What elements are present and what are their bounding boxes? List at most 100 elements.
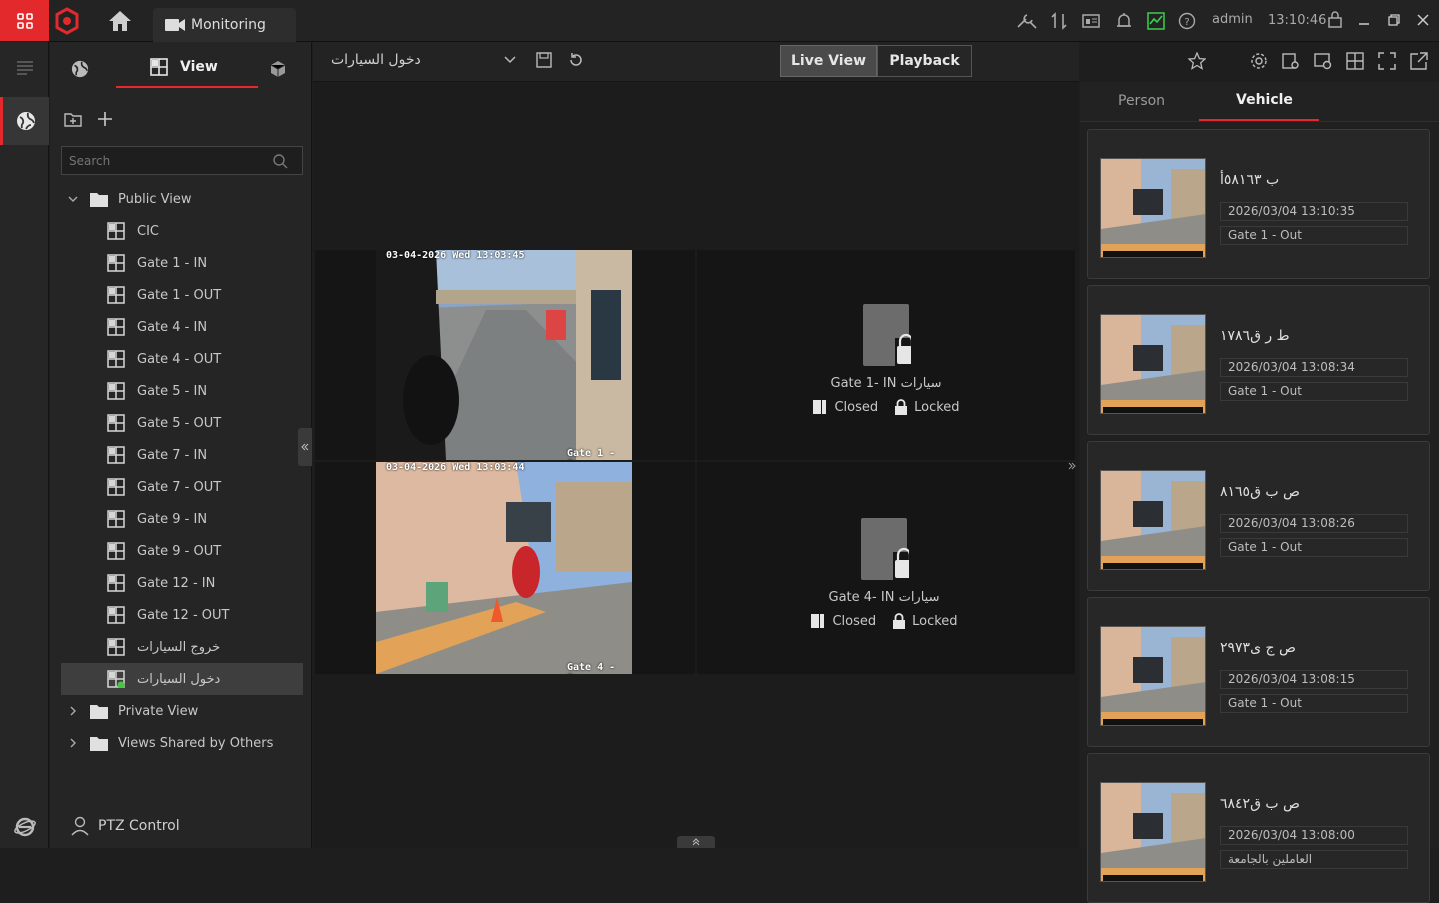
view-item[interactable]: Gate 5 - OUT xyxy=(61,407,303,439)
folder-shared-views-label: Views Shared by Others xyxy=(118,735,274,751)
vehicle-record-card[interactable]: ص ج ى٢٩٧٣ 2026/03/04 13:08:15 Gate 1 - Out xyxy=(1087,597,1430,747)
add-view-icon[interactable] xyxy=(97,111,113,127)
video-window-3[interactable]: 03-04-2026 Wed 13:03:44 Gate 4 - In xyxy=(315,462,695,674)
transfer-icon[interactable] xyxy=(1050,12,1068,30)
app-logo-icon xyxy=(52,6,82,36)
folder-icon xyxy=(90,736,108,751)
view-item[interactable]: Gate 9 - IN xyxy=(61,503,303,535)
collapse-right-panel-button[interactable] xyxy=(1066,456,1078,476)
fullscreen-icon[interactable] xyxy=(1378,52,1396,70)
view-item[interactable]: Gate 12 - IN xyxy=(61,567,303,599)
rail-view-button[interactable] xyxy=(0,97,49,145)
view-grid-icon xyxy=(107,318,125,336)
health-monitor-icon[interactable] xyxy=(1147,12,1165,30)
favorite-star-icon[interactable] xyxy=(1188,52,1206,70)
add-folder-icon[interactable] xyxy=(64,112,82,128)
view-item-label: Gate 7 - OUT xyxy=(137,479,222,495)
tab-vehicle-underline xyxy=(1199,119,1319,121)
vehicle-record-card[interactable]: ص ب ق٦٨٤٢ 2026/03/04 13:08:00 العاملين بال… xyxy=(1087,753,1430,903)
video-window-2[interactable]: Gate 1- IN سيارات Closed Locked xyxy=(697,250,1075,460)
ptz-user-icon xyxy=(71,816,89,836)
vehicle-snapshot[interactable] xyxy=(1100,314,1206,414)
tab-monitoring[interactable]: Monitoring xyxy=(153,8,296,42)
tab-view[interactable]: View xyxy=(150,58,218,76)
vehicle-snapshot[interactable] xyxy=(1100,782,1206,882)
tab-vehicle[interactable]: Vehicle xyxy=(1236,92,1293,108)
chevron-right-icon[interactable] xyxy=(68,738,78,748)
double-chevron-right-icon xyxy=(1068,462,1076,470)
door-name: Gate 4- IN سيارات xyxy=(828,590,940,605)
view-item[interactable]: خروج السيارات xyxy=(61,631,303,663)
collapse-left-panel-button[interactable] xyxy=(298,428,312,466)
padlock-icon xyxy=(893,613,906,629)
search-input[interactable] xyxy=(61,146,303,175)
video-window-4[interactable]: Gate 4- IN سيارات Closed Locked xyxy=(697,462,1075,674)
pop-out-icon[interactable] xyxy=(1410,52,1428,70)
expand-bottom-panel-button[interactable] xyxy=(677,836,715,848)
menu-list-icon[interactable] xyxy=(16,60,34,76)
capture-gate: Gate 1 - Out xyxy=(1220,226,1408,245)
door-status-gate1: Gate 1- IN سيارات Closed Locked xyxy=(776,304,996,415)
view-item[interactable]: Gate 12 - OUT xyxy=(61,599,303,631)
globe-tab-icon[interactable] xyxy=(71,60,89,78)
view-item-label: Gate 1 - IN xyxy=(137,255,208,271)
home-icon[interactable] xyxy=(108,10,132,32)
view-item[interactable]: Gate 7 - IN xyxy=(61,439,303,471)
view-item[interactable]: Gate 5 - IN xyxy=(61,375,303,407)
view-item[interactable]: دخول السيارات xyxy=(61,663,303,695)
lock-icon[interactable] xyxy=(1327,10,1343,28)
folder-public-view[interactable]: Public View xyxy=(61,183,191,215)
chevron-down-icon[interactable] xyxy=(68,194,78,204)
vehicle-record-card[interactable]: ط ر ق١٧٨٦ 2026/03/04 13:08:34 Gate 1 - Out xyxy=(1087,285,1430,435)
ptz-control-label: PTZ Control xyxy=(98,818,180,834)
video-window-1[interactable]: 03-04-2026 Wed 13:03:45 Gate 1 - In xyxy=(315,250,695,460)
vehicle-snapshot[interactable] xyxy=(1100,158,1206,258)
view-item[interactable]: Gate 4 - OUT xyxy=(61,343,303,375)
view-grid-icon xyxy=(107,542,125,560)
view-grid-icon xyxy=(107,350,125,368)
view-item[interactable]: Gate 1 - OUT xyxy=(61,279,303,311)
vehicle-record-card[interactable]: ص ب ق٨١٦٥ 2026/03/04 13:08:26 Gate 1 - Out xyxy=(1087,441,1430,591)
record-icon[interactable] xyxy=(1314,52,1332,70)
ptz-control-button[interactable]: PTZ Control xyxy=(70,816,180,836)
restore-icon[interactable] xyxy=(1388,14,1400,26)
folder-shared-views[interactable]: Views Shared by Others xyxy=(61,727,273,759)
storage-icon[interactable] xyxy=(1082,12,1100,30)
settings-gear-icon[interactable] xyxy=(1250,52,1268,70)
vehicle-snapshot[interactable] xyxy=(1100,470,1206,570)
chevron-right-icon[interactable] xyxy=(68,706,78,716)
playback-button[interactable]: Playback xyxy=(877,45,972,77)
view-item[interactable]: Gate 1 - IN xyxy=(61,247,303,279)
help-icon[interactable]: ? xyxy=(1178,12,1196,30)
save-icon[interactable] xyxy=(536,52,552,68)
system-clock: 13:10:46 xyxy=(1268,13,1327,28)
view-selector[interactable]: دخول السيارات xyxy=(331,52,516,68)
capture-gate: Gate 1 - Out xyxy=(1220,694,1408,713)
capture-icon[interactable] xyxy=(1282,52,1300,70)
apps-grid-icon[interactable] xyxy=(0,0,49,41)
ie-browser-icon[interactable] xyxy=(14,816,36,838)
view-item[interactable]: Gate 7 - OUT xyxy=(61,471,303,503)
cube-tab-icon[interactable] xyxy=(270,60,286,78)
vehicle-record-card[interactable]: ب ٥٨١٦٣أ 2026/03/04 13:10:35 Gate 1 - Out xyxy=(1087,129,1430,279)
capture-gate: العاملين بالجامعة xyxy=(1220,850,1408,869)
refresh-icon[interactable] xyxy=(568,52,584,68)
camera-feed-gate1: 03-04-2026 Wed 13:03:45 Gate 1 - In xyxy=(376,250,632,460)
vehicle-snapshot[interactable] xyxy=(1100,626,1206,726)
view-item[interactable]: Gate 9 - OUT xyxy=(61,535,303,567)
user-name[interactable]: admin xyxy=(1212,12,1253,27)
view-item-label: CIC xyxy=(137,223,159,239)
view-item[interactable]: Gate 4 - IN xyxy=(61,311,303,343)
search-field[interactable] xyxy=(62,153,272,168)
alarm-icon[interactable] xyxy=(1115,12,1133,30)
minimize-icon[interactable] xyxy=(1358,14,1370,26)
svg-text:?: ? xyxy=(1184,17,1189,28)
window-division-icon[interactable] xyxy=(1346,52,1364,70)
wrench-icon[interactable] xyxy=(1015,12,1037,30)
door-lock-status: Locked xyxy=(894,399,960,415)
live-view-button[interactable]: Live View xyxy=(780,45,877,77)
folder-private-view[interactable]: Private View xyxy=(61,695,198,727)
tab-person[interactable]: Person xyxy=(1118,93,1165,109)
view-item[interactable]: CIC xyxy=(61,215,303,247)
close-icon[interactable] xyxy=(1417,14,1429,26)
